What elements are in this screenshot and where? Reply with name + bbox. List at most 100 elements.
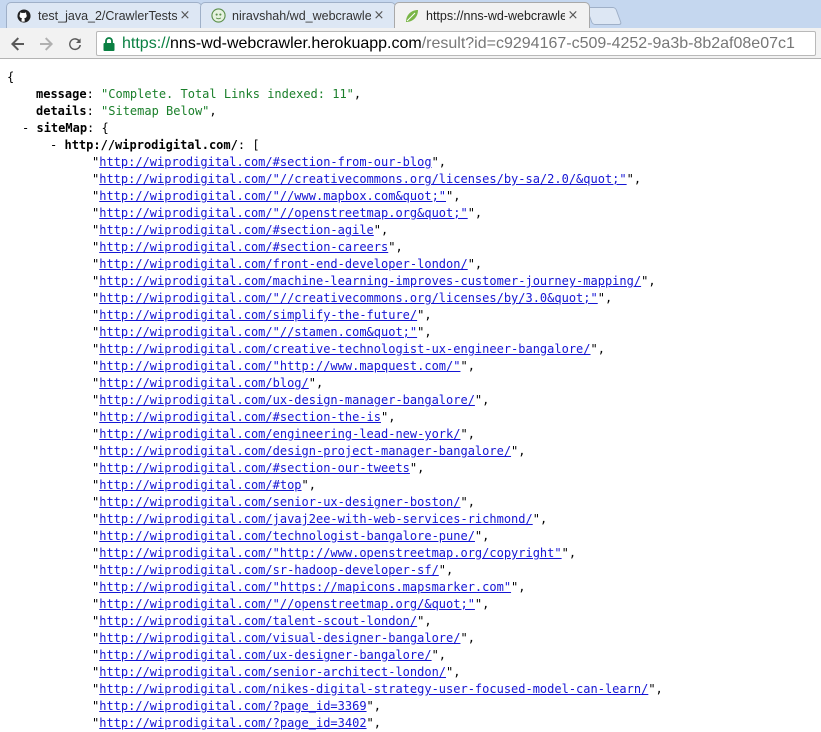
list-item: "http://wiprodigital.com/"//openstreetma… <box>92 596 489 613</box>
sitemap-link[interactable]: http://wiprodigital.com/javaj2ee-with-we… <box>99 512 532 526</box>
sitemap-link[interactable]: http://wiprodigital.com/engineering-lead… <box>99 427 460 441</box>
sitemap-link[interactable]: http://wiprodigital.com/"//creativecommo… <box>99 172 626 186</box>
tab-title: https://nns-wd-webcrawle <box>426 8 565 23</box>
sitemap-link[interactable]: http://wiprodigital.com/"//openstreetmap… <box>99 597 475 611</box>
sitemap-link[interactable]: http://wiprodigital.com/blog/ <box>99 376 309 390</box>
sitemap-link[interactable]: http://wiprodigital.com/simplify-the-fut… <box>99 308 417 322</box>
tab-title: niravshah/wd_webcrawler <box>232 8 371 23</box>
lock-icon[interactable] <box>102 36 116 52</box>
sitemap-link[interactable]: http://wiprodigital.com/#section-from-ou… <box>99 155 431 169</box>
list-item: "http://wiprodigital.com/#section-career… <box>92 239 403 256</box>
close-icon[interactable]: × <box>371 8 387 24</box>
sitemap-link[interactable]: http://wiprodigital.com/#section-careers <box>99 240 388 254</box>
sitemap-link[interactable]: http://wiprodigital.com/?page_id=3402 <box>99 716 366 730</box>
sitemap-link[interactable]: http://wiprodigital.com/visual-designer-… <box>99 631 460 645</box>
list-item: "http://wiprodigital.com/?page_id=3369", <box>92 698 381 715</box>
quote-mark: ", <box>460 427 475 441</box>
sitemap-link[interactable]: http://wiprodigital.com/machine-learning… <box>99 274 641 288</box>
sitemap-link[interactable]: http://wiprodigital.com/#section-our-twe… <box>99 461 410 475</box>
list-item: "http://wiprodigital.com/"//www.mapbox.c… <box>92 188 460 205</box>
list-item: "http://wiprodigital.com/ux-design-manag… <box>92 392 489 409</box>
json-root-row: - http://wiprodigital.com/: [ <box>50 138 260 152</box>
json-bracket: [ <box>252 138 260 152</box>
sitemap-link[interactable]: http://wiprodigital.com/"//www.mapbox.co… <box>99 189 446 203</box>
json-brace: { <box>101 121 109 135</box>
sitemap-link[interactable]: http://wiprodigital.com/design-project-m… <box>99 444 511 458</box>
list-item: "http://wiprodigital.com/"//stamen.com&q… <box>92 324 432 341</box>
list-item: "http://wiprodigital.com/?page_id=3402", <box>92 715 381 732</box>
quote-mark: ", <box>308 376 324 390</box>
sitemap-link[interactable]: http://wiprodigital.com/?page_id=3369 <box>99 699 366 713</box>
sitemap-link[interactable]: http://wiprodigital.com/front-end-develo… <box>99 257 467 271</box>
list-item: "http://wiprodigital.com/sr-hadoop-devel… <box>92 562 453 579</box>
tab-title: test_java_2/CrawlerTests.ja <box>38 8 177 23</box>
address-bar[interactable]: https://nns-wd-webcrawler.herokuapp.com/… <box>96 31 816 56</box>
quote-mark: ", <box>431 648 447 662</box>
collapse-toggle[interactable]: - <box>22 121 29 135</box>
sitemap-link[interactable]: http://wiprodigital.com/ux-design-manage… <box>99 393 475 407</box>
forward-button[interactable] <box>34 32 58 56</box>
reload-button[interactable] <box>63 32 87 56</box>
tab-result-page[interactable]: https://nns-wd-webcrawle × <box>394 2 590 28</box>
url-host: nns-wd-webcrawler.herokuapp.com <box>170 34 422 52</box>
quote-mark: ", <box>626 172 642 186</box>
list-item: "http://wiprodigital.com/#section-the-is… <box>92 409 395 426</box>
sitemap-link[interactable]: http://wiprodigital.com/sr-hadoop-develo… <box>99 563 439 577</box>
sitemap-link[interactable]: http://wiprodigital.com/"//openstreetmap… <box>99 206 467 220</box>
json-string-value: "Complete. Total Links indexed: 11" <box>101 87 354 101</box>
list-item: "http://wiprodigital.com/design-project-… <box>92 443 526 460</box>
leaf-icon <box>404 8 420 24</box>
json-key: siteMap <box>36 121 88 135</box>
quote-mark: ", <box>590 342 605 356</box>
arrow-right-icon <box>40 37 53 51</box>
new-tab-button[interactable] <box>585 7 623 25</box>
list-item: "http://wiprodigital.com/senior-ux-desig… <box>92 494 475 511</box>
json-message-row: message: "Complete. Total Links indexed:… <box>36 87 362 101</box>
sitemap-link[interactable]: http://wiprodigital.com/#section-the-is <box>99 410 381 424</box>
octocat-icon <box>210 8 226 24</box>
list-item: "http://wiprodigital.com/front-end-devel… <box>92 256 482 273</box>
sitemap-link[interactable]: http://wiprodigital.com/ux-designer-bang… <box>99 648 431 662</box>
sitemap-link[interactable]: http://wiprodigital.com/nikes-digital-st… <box>99 682 648 696</box>
sitemap-link[interactable]: http://wiprodigital.com/#section-agile <box>99 223 374 237</box>
sitemap-link[interactable]: http://wiprodigital.com/"//stamen.com&qu… <box>99 325 417 339</box>
sitemap-link[interactable]: http://wiprodigital.com/technologist-ban… <box>99 529 475 543</box>
sitemap-link[interactable]: http://wiprodigital.com/"https://mapicon… <box>99 580 511 594</box>
sitemap-link[interactable]: http://wiprodigital.com/talent-scout-lon… <box>99 614 417 628</box>
sitemap-link[interactable]: http://wiprodigital.com/"http://www.mapq… <box>99 359 460 373</box>
arrow-left-icon <box>11 37 24 51</box>
quote-mark: ", <box>366 716 381 730</box>
collapse-toggle[interactable]: - <box>50 138 57 152</box>
github-icon <box>16 8 32 24</box>
sitemap-link[interactable]: http://wiprodigital.com/"//creativecommo… <box>99 291 598 305</box>
sitemap-link[interactable]: http://wiprodigital.com/#top <box>99 478 301 492</box>
list-item: "http://wiprodigital.com/talent-scout-lo… <box>92 613 432 630</box>
back-button[interactable] <box>6 32 30 56</box>
quote-mark: ", <box>641 274 656 288</box>
tab-wd-webcrawler-repo[interactable]: niravshah/wd_webcrawler × <box>200 2 396 28</box>
sitemap-link[interactable]: http://wiprodigital.com/"http://www.open… <box>99 546 561 560</box>
list-item: "http://wiprodigital.com/"http://www.ope… <box>92 545 576 562</box>
quote-mark: ", <box>417 614 432 628</box>
quote-mark: ", <box>460 359 475 373</box>
quote-mark: ", <box>431 155 447 169</box>
list-item: "http://wiprodigital.com/javaj2ee-with-w… <box>92 511 547 528</box>
close-icon[interactable]: × <box>565 8 581 24</box>
sitemap-link[interactable]: http://wiprodigital.com/senior-architect… <box>99 665 446 679</box>
url-text[interactable]: https://nns-wd-webcrawler.herokuapp.com/… <box>122 35 795 53</box>
close-icon[interactable]: × <box>177 8 193 24</box>
list-item: "http://wiprodigital.com/nikes-digital-s… <box>92 681 663 698</box>
url-path: /result?id=c9294167-c509-4252-9a3b-8b2af… <box>421 34 795 52</box>
list-item: "http://wiprodigital.com/#section-from-o… <box>92 154 446 171</box>
quote-mark: ", <box>561 546 577 560</box>
sitemap-link[interactable]: http://wiprodigital.com/creative-technol… <box>99 342 590 356</box>
list-item: "http://wiprodigital.com/#section-agile"… <box>92 222 388 239</box>
quote-mark: ", <box>381 410 396 424</box>
reload-icon <box>69 38 81 51</box>
sitemap-link[interactable]: http://wiprodigital.com/senior-ux-design… <box>99 495 460 509</box>
json-key: http://wiprodigital.com/ <box>64 138 238 152</box>
list-item: "http://wiprodigital.com/creative-techno… <box>92 341 605 358</box>
tab-crawler-tests[interactable]: test_java_2/CrawlerTests.ja × <box>6 2 202 28</box>
quote-mark: ", <box>532 512 548 526</box>
list-item: "http://wiprodigital.com/#top", <box>92 477 316 494</box>
